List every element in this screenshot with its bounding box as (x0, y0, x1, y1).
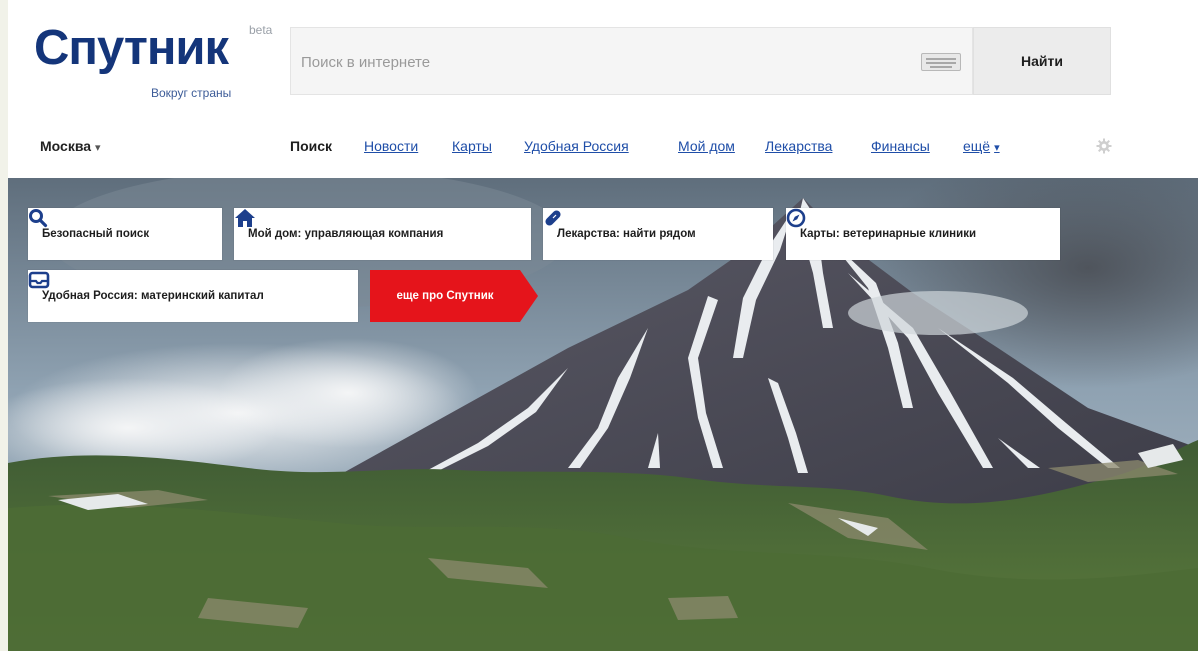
logo-tagline: Вокруг страны (151, 86, 232, 100)
hero-banner: Безопасный поиск Мой дом: управляющая ко… (8, 178, 1198, 651)
tile-label: Удобная Россия: материнский капитал (42, 290, 264, 302)
nav-item-more-label: ещё (963, 138, 991, 154)
nav-item-news[interactable]: Новости (364, 138, 418, 154)
tile-medicines[interactable]: Лекарства: найти рядом (543, 208, 773, 260)
nav-item-finance[interactable]: Финансы (871, 138, 930, 154)
nav-item-search[interactable]: Поиск (290, 138, 332, 154)
keyboard-icon[interactable] (921, 53, 961, 71)
tile-label: Лекарства: найти рядом (557, 228, 696, 240)
tile-convenient-russia[interactable]: Удобная Россия: материнский капитал (28, 270, 358, 322)
page-frame: Спутник beta Вокруг страны Найти Москва▾… (8, 0, 1198, 651)
tile-safe-search[interactable]: Безопасный поиск (28, 208, 222, 260)
tile-maps-vet[interactable]: Карты: ветеринарные клиники (786, 208, 1060, 260)
tile-label: Карты: ветеринарные клиники (800, 228, 977, 240)
search-input[interactable] (299, 28, 903, 96)
nav-item-medicines[interactable]: Лекарства (765, 138, 832, 154)
nav-item-convenient-russia[interactable]: Удобная Россия (524, 138, 629, 154)
gear-icon[interactable] (1096, 138, 1112, 154)
tile-label: Мой дом: управляющая компания (248, 228, 444, 240)
mail-icon (28, 271, 50, 289)
logo[interactable]: Спутник beta Вокруг страны (34, 20, 274, 100)
tile-my-home[interactable]: Мой дом: управляющая компания (234, 208, 531, 260)
nav-item-my-home[interactable]: Мой дом (678, 138, 735, 154)
compass-icon (786, 208, 806, 228)
service-nav: Поиск Новости Карты Удобная Россия Мой д… (8, 138, 1198, 158)
tile-label: Безопасный поиск (42, 228, 150, 240)
search-icon (29, 209, 48, 228)
beta-label: beta (249, 23, 273, 37)
search-button[interactable]: Найти (973, 27, 1111, 95)
nav-item-maps[interactable]: Карты (452, 138, 492, 154)
more-about-sputnik-button[interactable]: еще про Спутник (370, 270, 538, 322)
nav-item-more[interactable]: ещё ▾ (963, 138, 1000, 154)
promo-label: еще про Спутник (396, 290, 494, 302)
pill-icon (545, 210, 561, 226)
home-icon (235, 209, 255, 227)
chevron-down-icon: ▾ (994, 142, 1000, 154)
logo-wordmark: Спутник (34, 21, 229, 75)
search-box (290, 27, 973, 96)
